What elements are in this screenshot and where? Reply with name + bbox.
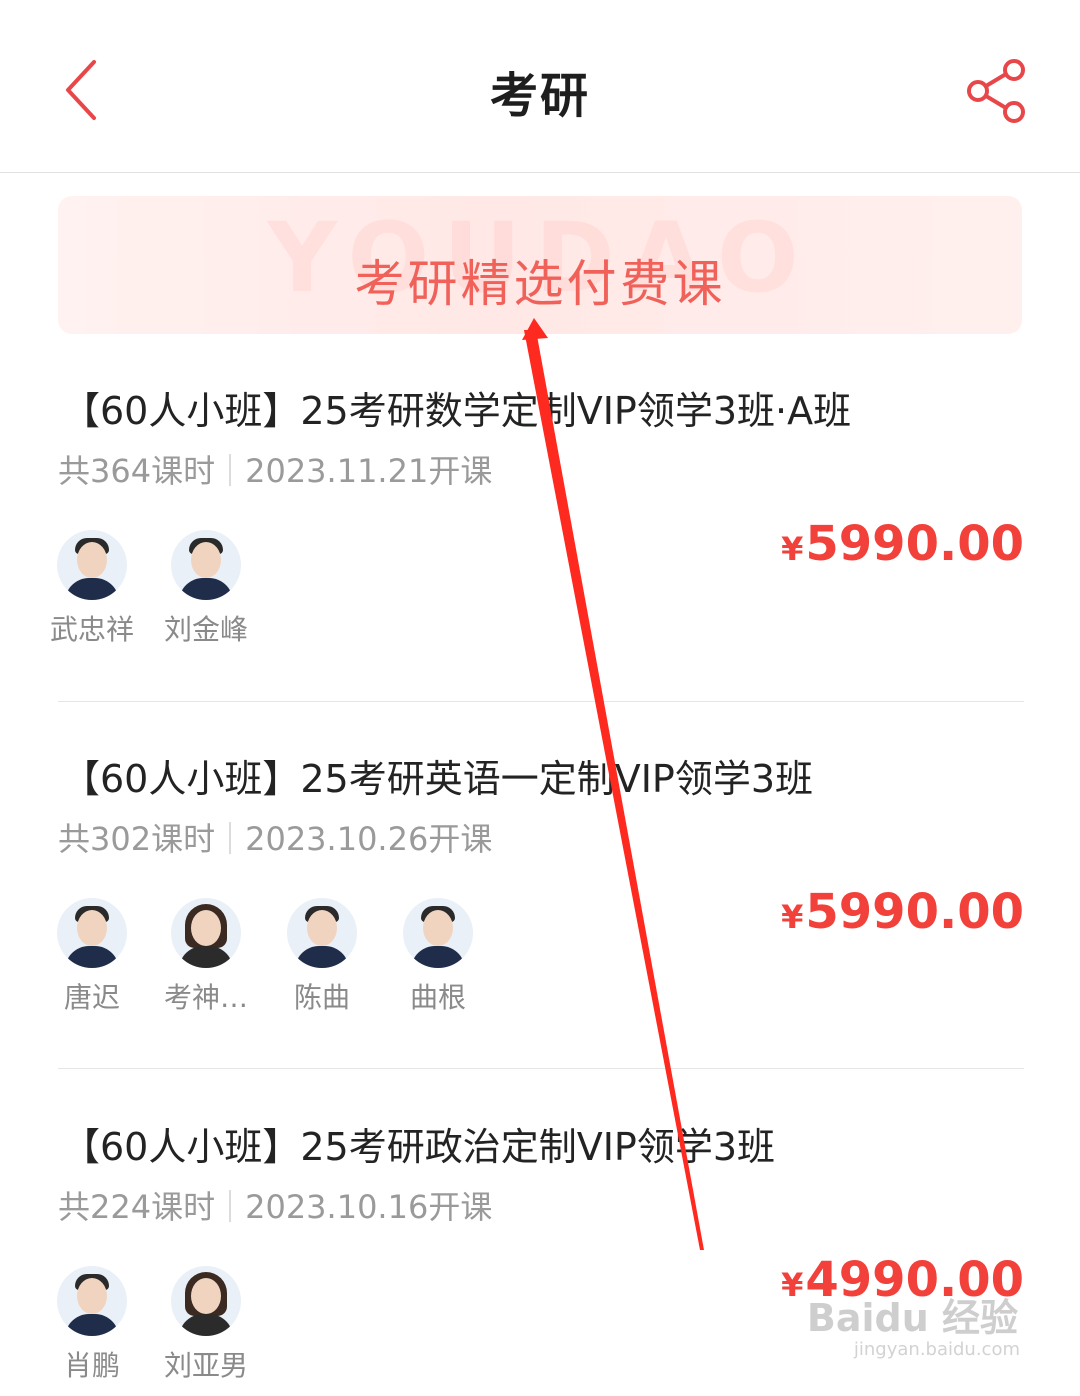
baidu-watermark-url: jingyan.baidu.com	[853, 1339, 1020, 1360]
teacher-name: 考神…	[163, 981, 248, 1014]
teacher-name: 陈曲	[293, 981, 350, 1014]
teacher-list: 唐迟 考神… 陈曲 曲根	[57, 898, 758, 1028]
teacher-list: 武忠祥 刘金峰	[50, 530, 758, 660]
course-hours: 共302课时	[58, 820, 216, 858]
avatar	[57, 1266, 127, 1336]
meta-divider	[229, 822, 232, 854]
course-hours: 共224课时	[58, 1188, 216, 1226]
meta-divider	[229, 1190, 232, 1222]
teacher: 武忠祥	[42, 530, 142, 648]
course-hours: 共364课时	[58, 452, 216, 490]
course-start-date: 2023.10.26开课	[245, 820, 493, 858]
avatar	[171, 898, 241, 968]
featured-courses-banner[interactable]: YOUDAO 考研精选付费课	[58, 196, 1022, 334]
course-card[interactable]: 【60人小班】25考研数学定制VIP领学3班·A班 共364课时 2023.11.…	[50, 380, 1024, 680]
teacher-name: 刘亚男	[163, 1349, 248, 1382]
banner-label: 考研精选付费课	[354, 255, 726, 313]
avatar	[171, 1266, 241, 1336]
meta-divider	[229, 454, 232, 486]
top-nav-bar: 考研	[0, 0, 1080, 173]
course-title: 【60人小班】25考研数学定制VIP领学3班·A班	[62, 389, 852, 433]
course-card[interactable]: 【60人小班】25考研英语一定制VIP领学3班 共302课时 2023.10.26…	[57, 748, 1024, 1048]
course-meta: 共224课时 2023.10.16开课	[58, 1182, 492, 1228]
course-start-date: 2023.11.21开课	[245, 452, 493, 490]
teacher-list: 肖鹏 刘亚男	[57, 1266, 758, 1396]
divider	[58, 1068, 1024, 1069]
share-icon[interactable]	[964, 58, 1030, 124]
avatar	[57, 898, 127, 968]
teacher: 陈曲	[272, 898, 372, 1016]
course-title: 【60人小班】25考研政治定制VIP领学3班	[62, 1125, 776, 1169]
page-title: 考研	[489, 68, 590, 124]
course-meta: 共302课时 2023.10.26开课	[58, 814, 492, 860]
course-price: ¥5990.00	[781, 884, 1024, 940]
teacher: 刘金峰	[156, 530, 256, 648]
avatar	[287, 898, 357, 968]
course-start-date: 2023.10.16开课	[245, 1188, 493, 1226]
avatar	[171, 530, 241, 600]
teacher-name: 唐迟	[63, 981, 120, 1014]
course-title: 【60人小班】25考研英语一定制VIP领学3班	[62, 757, 814, 801]
avatar	[403, 898, 473, 968]
teacher: 肖鹏	[42, 1266, 142, 1384]
teacher: 曲根	[388, 898, 488, 1016]
teacher-name: 曲根	[409, 981, 466, 1014]
divider	[58, 701, 1024, 702]
teacher: 唐迟	[42, 898, 142, 1016]
avatar	[57, 530, 127, 600]
teacher-name: 肖鹏	[63, 1349, 120, 1382]
baidu-watermark: Baidu 经验	[806, 1296, 1018, 1340]
course-meta: 共364课时 2023.11.21开课	[58, 446, 492, 492]
teacher-name: 刘金峰	[163, 613, 248, 646]
teacher: 考神…	[156, 898, 256, 1016]
teacher: 刘亚男	[156, 1266, 256, 1384]
course-price: ¥5990.00	[781, 516, 1024, 572]
teacher-name: 武忠祥	[49, 613, 134, 646]
